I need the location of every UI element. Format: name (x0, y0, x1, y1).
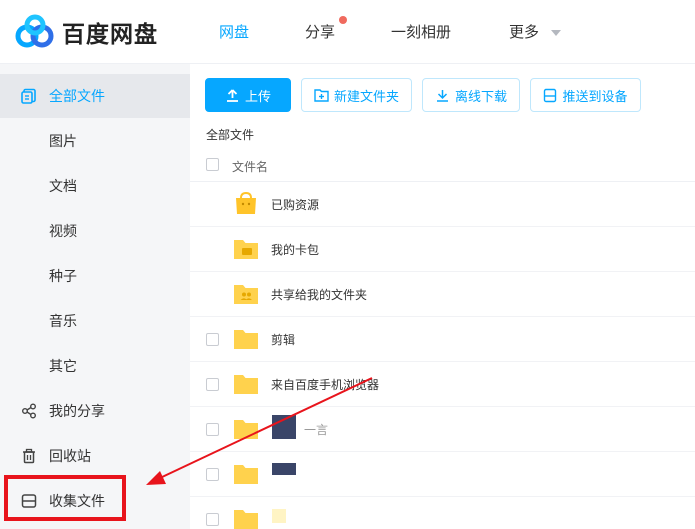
annotation-arrow (146, 377, 373, 485)
